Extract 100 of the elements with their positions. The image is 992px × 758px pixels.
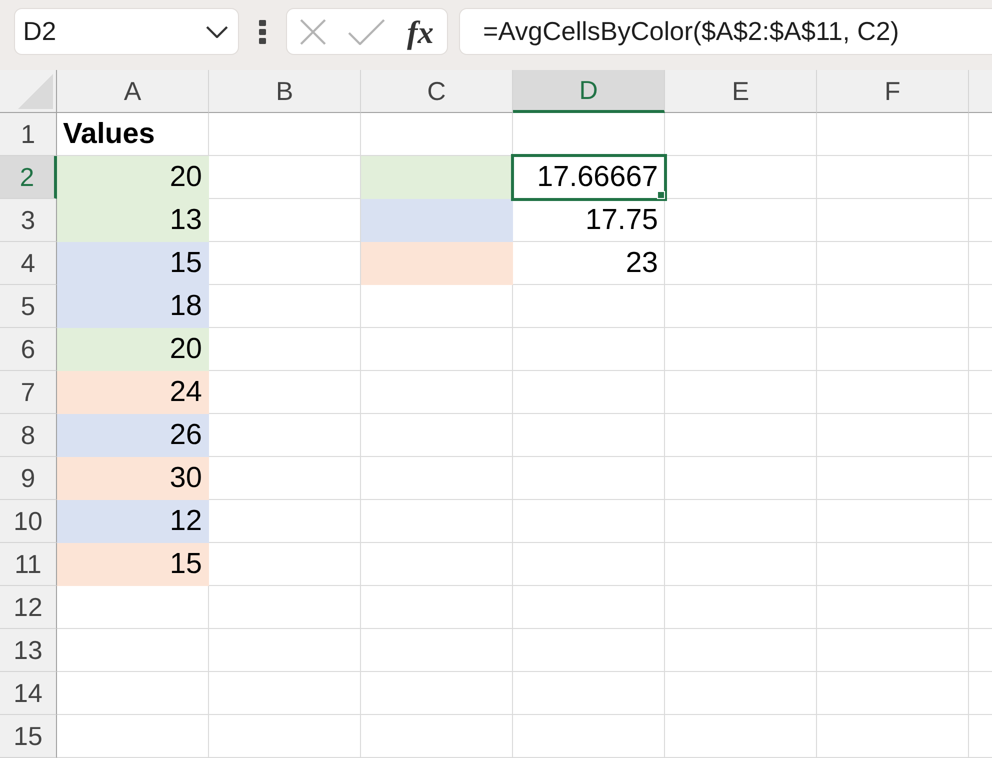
table-cell[interactable] <box>665 672 817 715</box>
table-cell[interactable] <box>361 285 513 328</box>
row-header[interactable]: 5 <box>0 285 57 328</box>
row-header[interactable]: 4 <box>0 242 57 285</box>
table-cell[interactable] <box>513 371 665 414</box>
column-header[interactable]: A <box>57 70 209 113</box>
table-cell[interactable] <box>817 629 969 672</box>
select-all-button[interactable] <box>0 70 57 113</box>
table-cell[interactable] <box>209 543 361 586</box>
table-cell[interactable]: 20 <box>57 156 209 199</box>
table-cell[interactable]: 30 <box>57 457 209 500</box>
table-cell[interactable]: 15 <box>57 543 209 586</box>
table-cell[interactable] <box>665 500 817 543</box>
table-cell[interactable] <box>361 500 513 543</box>
table-cell[interactable] <box>209 242 361 285</box>
table-cell[interactable] <box>817 199 969 242</box>
table-cell[interactable] <box>665 113 817 156</box>
caret-icon[interactable] <box>206 26 228 38</box>
table-cell[interactable] <box>361 156 513 199</box>
table-cell[interactable] <box>361 672 513 715</box>
column-header[interactable] <box>969 70 992 113</box>
table-cell[interactable] <box>57 586 209 629</box>
table-cell[interactable] <box>209 715 361 758</box>
row-header[interactable]: 6 <box>0 328 57 371</box>
table-cell[interactable] <box>513 285 665 328</box>
row-header[interactable]: 7 <box>0 371 57 414</box>
vertical-dots-icon[interactable] <box>259 20 266 44</box>
table-cell[interactable] <box>665 586 817 629</box>
table-cell[interactable] <box>57 715 209 758</box>
table-cell[interactable] <box>665 543 817 586</box>
table-cell[interactable] <box>361 371 513 414</box>
table-cell[interactable] <box>209 199 361 242</box>
table-cell[interactable] <box>361 457 513 500</box>
table-cell[interactable] <box>817 371 969 414</box>
table-cell[interactable] <box>665 457 817 500</box>
table-cell[interactable]: 24 <box>57 371 209 414</box>
table-cell[interactable] <box>817 586 969 629</box>
formula-field[interactable]: =AvgCellsByColor($A$2:$A$11, C2) <box>459 8 992 55</box>
table-cell[interactable] <box>817 328 969 371</box>
row-header[interactable]: 1 <box>0 113 57 156</box>
table-cell[interactable] <box>209 629 361 672</box>
table-cell[interactable] <box>817 715 969 758</box>
table-cell[interactable] <box>361 328 513 371</box>
row-header[interactable]: 12 <box>0 586 57 629</box>
table-cell[interactable] <box>513 672 665 715</box>
column-header[interactable]: F <box>817 70 969 113</box>
table-cell[interactable] <box>817 543 969 586</box>
table-cell[interactable] <box>209 113 361 156</box>
table-cell[interactable] <box>817 672 969 715</box>
table-cell[interactable] <box>361 629 513 672</box>
table-cell[interactable] <box>209 414 361 457</box>
table-cell[interactable] <box>209 328 361 371</box>
row-header[interactable]: 9 <box>0 457 57 500</box>
table-cell[interactable] <box>817 457 969 500</box>
table-cell[interactable] <box>361 543 513 586</box>
table-cell[interactable] <box>361 414 513 457</box>
table-cell[interactable] <box>361 113 513 156</box>
table-cell[interactable] <box>817 156 969 199</box>
row-header[interactable]: 8 <box>0 414 57 457</box>
table-cell[interactable] <box>513 586 665 629</box>
table-cell[interactable] <box>361 715 513 758</box>
name-box[interactable]: D2 <box>14 8 239 55</box>
table-cell[interactable] <box>817 414 969 457</box>
column-header[interactable]: C <box>361 70 513 113</box>
table-cell[interactable] <box>209 672 361 715</box>
table-cell[interactable] <box>513 715 665 758</box>
table-cell[interactable] <box>361 586 513 629</box>
table-cell[interactable] <box>57 629 209 672</box>
row-header[interactable]: 14 <box>0 672 57 715</box>
table-cell[interactable]: 18 <box>57 285 209 328</box>
table-cell[interactable] <box>665 199 817 242</box>
table-cell[interactable] <box>209 457 361 500</box>
table-cell[interactable]: 13 <box>57 199 209 242</box>
row-header[interactable]: 2 <box>0 156 57 199</box>
row-header[interactable]: 15 <box>0 715 57 758</box>
table-cell[interactable] <box>361 242 513 285</box>
table-cell[interactable] <box>209 586 361 629</box>
column-header[interactable]: B <box>209 70 361 113</box>
fill-handle-icon[interactable] <box>657 191 665 199</box>
table-cell[interactable] <box>665 715 817 758</box>
table-cell[interactable] <box>513 414 665 457</box>
table-cell[interactable] <box>209 500 361 543</box>
table-cell[interactable]: 17.75 <box>513 199 665 242</box>
row-header[interactable]: 11 <box>0 543 57 586</box>
table-cell[interactable] <box>209 285 361 328</box>
table-cell[interactable] <box>513 328 665 371</box>
table-cell[interactable] <box>513 543 665 586</box>
table-cell[interactable]: 23 <box>513 242 665 285</box>
table-cell[interactable] <box>665 328 817 371</box>
row-header[interactable]: 10 <box>0 500 57 543</box>
table-cell[interactable] <box>513 113 665 156</box>
table-cell[interactable] <box>817 242 969 285</box>
table-cell[interactable] <box>665 156 817 199</box>
column-header[interactable]: D <box>513 70 665 113</box>
row-header[interactable]: 13 <box>0 629 57 672</box>
table-cell[interactable] <box>665 414 817 457</box>
table-cell[interactable] <box>57 672 209 715</box>
table-cell[interactable]: Values <box>57 113 209 156</box>
table-cell[interactable]: 20 <box>57 328 209 371</box>
table-cell[interactable] <box>817 500 969 543</box>
